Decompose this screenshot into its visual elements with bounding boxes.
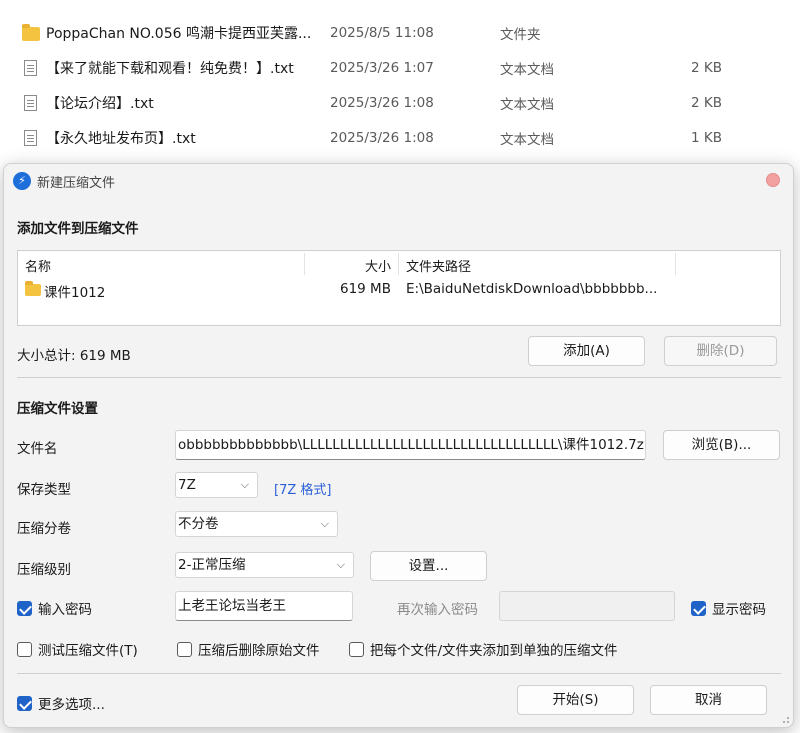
divider — [17, 377, 781, 378]
file-list-row-path: E:\BaiduNetdiskDownload\bbbbbbb... — [406, 281, 658, 297]
explorer-row[interactable]: 【论坛介绍】.txt 2025/3/26 1:08 文本文档 2 KB — [0, 87, 800, 119]
split-volume-label: 压缩分卷 — [17, 521, 71, 537]
separate-archives-checkbox-label: 把每个文件/文件夹添加到单独的压缩文件 — [370, 643, 618, 659]
show-password-checkbox-box[interactable] — [691, 600, 706, 616]
delete-after-checkbox-label: 压缩后删除原始文件 — [198, 643, 320, 659]
explorer-row-name: 【永久地址发布页】.txt — [46, 131, 196, 147]
explorer-row-type: 文本文档 — [500, 62, 554, 78]
column-header-size[interactable]: 大小 — [365, 256, 391, 275]
compression-level-select[interactable]: 2-正常压缩 ⌵ — [175, 552, 354, 578]
divider — [17, 673, 781, 674]
explorer-row[interactable]: 【来了就能下载和观看！纯免费！】.txt 2025/3/26 1:07 文本文档… — [0, 52, 800, 84]
more-options-checkbox-box[interactable] — [17, 695, 32, 711]
delete-after-checkbox[interactable]: 压缩后删除原始文件 — [177, 639, 320, 659]
column-header-path[interactable]: 文件夹路径 — [406, 256, 471, 275]
browse-button[interactable]: 浏览(B)... — [663, 430, 780, 460]
file-list-row-name: 课件1012 — [44, 285, 106, 301]
show-password-checkbox[interactable]: 显示密码 — [691, 598, 766, 618]
explorer-row-date: 2025/8/5 11:08 — [330, 25, 434, 41]
show-password-checkbox-label: 显示密码 — [712, 602, 766, 618]
app-logo-icon: ⚡ — [13, 172, 31, 190]
explorer-row-type: 文本文档 — [500, 97, 554, 113]
password-checkbox[interactable]: 输入密码 — [17, 598, 92, 618]
file-list-header: 名称 大小 文件夹路径 — [18, 251, 780, 277]
explorer-row-date: 2025/3/26 1:08 — [330, 130, 434, 146]
dialog-title: 新建压缩文件 — [37, 176, 116, 191]
explorer-row-date: 2025/3/26 1:07 — [330, 60, 434, 76]
more-options-checkbox-label: 更多选项... — [38, 697, 105, 713]
dialog-titlebar[interactable]: ⚡ 新建压缩文件 — [4, 164, 793, 198]
folder-icon — [25, 281, 41, 296]
save-type-value: 7Z — [178, 477, 196, 493]
text-file-icon — [22, 60, 40, 76]
compression-level-value: 2-正常压缩 — [178, 557, 246, 573]
resize-grip-icon[interactable] — [780, 714, 790, 724]
explorer-row-size: 2 KB — [691, 60, 722, 76]
explorer-row-type: 文本文档 — [500, 132, 554, 148]
explorer-row-type: 文件夹 — [500, 27, 541, 43]
test-archive-checkbox[interactable]: 测试压缩文件(T) — [17, 639, 138, 659]
reenter-password-label: 再次输入密码 — [397, 602, 478, 618]
file-explorer-list: PoppaChan NO.056 鸣潮卡提西亚芙露... 2025/8/5 11… — [0, 0, 800, 170]
total-size-text: 大小总计: 619 MB — [17, 348, 131, 364]
level-settings-button[interactable]: 设置... — [370, 551, 487, 581]
more-options-checkbox[interactable]: 更多选项... — [17, 693, 105, 713]
delete-after-checkbox-box[interactable] — [177, 641, 192, 657]
cancel-button[interactable]: 取消 — [650, 685, 767, 715]
split-volume-select[interactable]: 不分卷 ⌵ — [175, 511, 338, 537]
text-file-icon — [22, 130, 40, 146]
save-type-label: 保存类型 — [17, 482, 71, 498]
reenter-password-input[interactable] — [499, 591, 675, 621]
explorer-row-date: 2025/3/26 1:08 — [330, 95, 434, 111]
filename-input[interactable]: obbbbbbbbbbbbb\LLLLLLLLLLLLLLLLLLLLLLLLL… — [175, 430, 646, 460]
explorer-row-size: 2 KB — [691, 95, 722, 111]
filename-label: 文件名 — [17, 441, 58, 457]
folder-icon — [22, 24, 40, 41]
file-list-row[interactable]: 课件1012 619 MB E:\BaiduNetdiskDownload\bb… — [18, 278, 780, 302]
explorer-row-name: 【论坛介绍】.txt — [46, 96, 154, 112]
new-archive-dialog: ⚡ 新建压缩文件 添加文件到压缩文件 名称 大小 文件夹路径 课件1012 61… — [3, 163, 794, 728]
chevron-down-icon: ⌵ — [320, 517, 329, 530]
separate-archives-checkbox[interactable]: 把每个文件/文件夹添加到单独的压缩文件 — [349, 639, 618, 659]
chevron-down-icon: ⌵ — [240, 478, 249, 491]
file-list[interactable]: 名称 大小 文件夹路径 课件1012 619 MB E:\BaiduNetdis… — [17, 250, 781, 326]
explorer-row-name: 【来了就能下载和观看！纯免费！】.txt — [46, 61, 294, 77]
column-header-name[interactable]: 名称 — [25, 256, 51, 275]
add-files-section-title: 添加文件到压缩文件 — [17, 221, 139, 237]
delete-button[interactable]: 删除(D) — [664, 336, 777, 366]
explorer-row-name: PoppaChan NO.056 鸣潮卡提西亚芙露... — [46, 26, 312, 42]
test-archive-checkbox-label: 测试压缩文件(T) — [38, 643, 138, 659]
password-checkbox-box[interactable] — [17, 600, 32, 616]
test-archive-checkbox-box[interactable] — [17, 641, 32, 657]
text-file-icon — [22, 95, 40, 111]
save-type-select[interactable]: 7Z ⌵ — [175, 472, 258, 498]
file-list-row-size: 619 MB — [340, 281, 391, 297]
chevron-down-icon: ⌵ — [336, 558, 345, 571]
add-button[interactable]: 添加(A) — [528, 336, 645, 366]
explorer-row[interactable]: PoppaChan NO.056 鸣潮卡提西亚芙露... 2025/8/5 11… — [0, 17, 800, 49]
password-checkbox-label: 输入密码 — [38, 602, 92, 618]
close-icon[interactable] — [766, 173, 780, 187]
format-link[interactable]: [7Z 格式] — [274, 479, 331, 498]
split-volume-value: 不分卷 — [178, 516, 219, 532]
password-input[interactable]: 上老王论坛当老王 — [175, 591, 353, 621]
compression-level-label: 压缩级别 — [17, 562, 71, 578]
explorer-row-size: 1 KB — [691, 130, 722, 146]
archive-settings-section-title: 压缩文件设置 — [17, 401, 98, 417]
separate-archives-checkbox-box[interactable] — [349, 641, 364, 657]
start-button[interactable]: 开始(S) — [517, 685, 634, 715]
explorer-row[interactable]: 【永久地址发布页】.txt 2025/3/26 1:08 文本文档 1 KB — [0, 122, 800, 154]
